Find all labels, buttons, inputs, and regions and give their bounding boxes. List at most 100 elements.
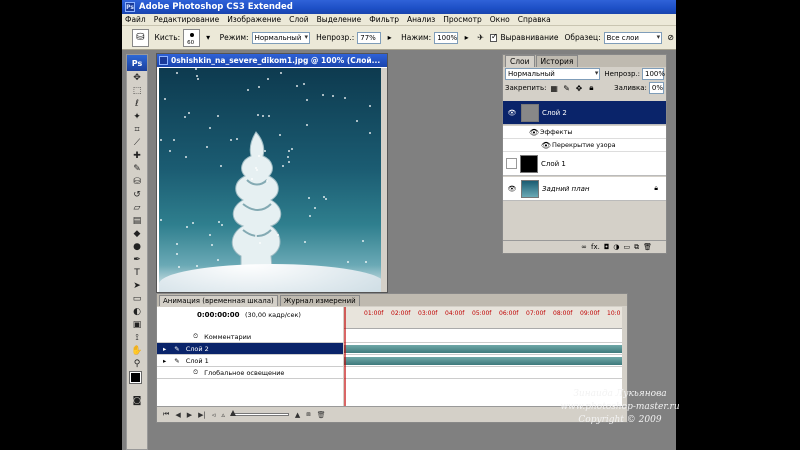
lock-pixels-icon[interactable]: ✎ (562, 82, 571, 94)
image-canvas[interactable] (159, 68, 385, 292)
marquee-tool-icon[interactable]: ⬚ (127, 84, 147, 97)
eye-icon[interactable]: 👁︎ (506, 107, 518, 119)
first-frame-icon[interactable]: ⏮ (163, 410, 169, 419)
quick-mask-icon[interactable]: ◙ (127, 394, 147, 407)
layer-row-background[interactable]: 👁︎ Задний план 🔒︎ (503, 177, 666, 201)
global-lighting-row[interactable]: ⏲ Глобальное освещение (157, 367, 343, 379)
layer2-duration-bar[interactable] (344, 345, 622, 353)
menu-view[interactable]: Просмотр (443, 15, 482, 24)
pen-tool-icon[interactable]: ✒ (127, 253, 147, 266)
next-frame-icon[interactable]: ▶| (198, 411, 206, 419)
align-checkbox[interactable] (490, 32, 498, 42)
zoom-tool-icon[interactable]: ⚲ (127, 357, 147, 370)
expand-arrow-icon[interactable]: ▸ (163, 357, 166, 365)
color-swatches[interactable] (127, 370, 147, 394)
tab-animation-timeline[interactable]: Анимация (временная шкала) (159, 295, 278, 306)
pattern-overlay-row[interactable]: 👁︎ Перекрытие узора (503, 139, 666, 152)
path-select-tool-icon[interactable]: ➤ (127, 279, 147, 292)
trash-icon[interactable]: 🗑︎ (317, 411, 326, 419)
brush-picker[interactable]: 60 (183, 28, 200, 47)
anim-row-layer1[interactable]: ▸ ✎ Слой 1 (157, 355, 343, 367)
sample-select[interactable]: Все слои (603, 31, 663, 44)
timeline-zoom-slider[interactable] (229, 410, 289, 416)
clone-stamp-tool-icon[interactable]: ⛁ (127, 175, 147, 188)
play-icon[interactable]: ▶ (187, 411, 192, 419)
move-tool-icon[interactable]: ✥ (127, 71, 147, 84)
stopwatch-icon[interactable]: ⏲ (193, 368, 198, 377)
comments-track[interactable] (344, 331, 622, 343)
healing-brush-icon[interactable]: ✚ (127, 149, 147, 162)
fill-input[interactable]: 0% (648, 82, 664, 94)
anim-row-layer2[interactable]: ▸ ✎ Слой 2 (157, 343, 343, 355)
playhead[interactable] (344, 307, 346, 407)
menu-select[interactable]: Выделение (317, 15, 362, 24)
global-lighting-track[interactable] (344, 367, 622, 379)
lock-all-icon[interactable]: 🔒︎ (587, 82, 596, 94)
blend-mode-select[interactable]: Нормальный (505, 68, 601, 80)
layer-row-layer1[interactable]: Слой 1 (503, 152, 666, 176)
3d-tool-icon[interactable]: ◐ (127, 305, 147, 318)
layer-row-layer2[interactable]: 👁︎ Слой 2 (503, 101, 666, 125)
trash-icon[interactable]: 🗑︎ (643, 243, 652, 251)
airbrush-icon[interactable]: ✈ (475, 32, 486, 44)
document-title-bar[interactable]: 0shishkin_na_severe_dikom1.jpg @ 100% (С… (157, 54, 387, 67)
menu-layer[interactable]: Слой (289, 15, 309, 24)
gradient-tool-icon[interactable]: ▤ (127, 214, 147, 227)
stopwatch-icon[interactable]: ⏲ (193, 332, 198, 341)
blur-tool-icon[interactable]: ◆ (127, 227, 147, 240)
flow-input[interactable]: 100% (434, 31, 459, 44)
fx-icon[interactable]: fx. (591, 243, 600, 251)
tool-preset-picker[interactable]: ⛁ (132, 28, 149, 47)
document-scrollbar[interactable] (381, 68, 387, 292)
link-icon[interactable]: ∞ (581, 243, 587, 251)
onion-skin-icon[interactable]: ⧈ (306, 410, 310, 419)
foreground-color[interactable] (129, 371, 142, 384)
eye-icon[interactable]: 👁︎ (506, 183, 518, 195)
menu-image[interactable]: Изображение (227, 15, 281, 24)
dodge-tool-icon[interactable]: ● (127, 240, 147, 253)
expand-arrow-icon[interactable]: ▸ (163, 345, 166, 353)
menu-filter[interactable]: Фильтр (369, 15, 399, 24)
layer1-duration-bar[interactable] (344, 357, 622, 365)
layer-effects-row[interactable]: 👁︎ Эффекты (503, 126, 666, 139)
eraser-tool-icon[interactable]: ▱ (127, 201, 147, 214)
comments-row[interactable]: ⏲ Комментарии (157, 331, 343, 343)
tab-layers[interactable]: Слои (505, 55, 535, 67)
opacity-input[interactable]: 77% (357, 31, 382, 44)
chevron-right-icon[interactable]: ▸ (461, 32, 472, 44)
chevron-right-icon[interactable]: ▸ (384, 32, 395, 44)
notes-tool-icon[interactable]: ▣ (127, 318, 147, 331)
zoom-in-icon[interactable]: ▲ (295, 411, 300, 419)
tab-history[interactable]: История (535, 55, 579, 67)
folder-icon[interactable]: ▭ (623, 243, 630, 251)
hand-tool-icon[interactable]: ✋ (127, 344, 147, 357)
magic-wand-tool-icon[interactable]: ✦ (127, 110, 147, 123)
history-brush-icon[interactable]: ↺ (127, 188, 147, 201)
chevron-down-icon[interactable]: ▾ (203, 32, 214, 44)
layer2-track[interactable] (344, 343, 622, 355)
crop-tool-icon[interactable]: ⌗ (127, 123, 147, 136)
prev-frame-icon[interactable]: ◀ (175, 411, 180, 419)
lock-transparency-icon[interactable]: ▦ (549, 82, 558, 94)
slice-tool-icon[interactable]: ⟋ (127, 136, 147, 149)
audio-icon[interactable]: ◃ (212, 411, 216, 419)
lock-position-icon[interactable]: ✥ (574, 82, 583, 94)
shape-tool-icon[interactable]: ▭ (127, 292, 147, 305)
type-tool-icon[interactable]: T (127, 266, 147, 279)
mode-select[interactable]: Нормальный (251, 31, 311, 44)
layer1-track[interactable] (344, 355, 622, 367)
menu-help[interactable]: Справка (518, 15, 551, 24)
brush-tool-icon[interactable]: ✎ (127, 162, 147, 175)
menu-edit[interactable]: Редактирование (154, 15, 219, 24)
new-layer-icon[interactable]: ⧉ (634, 243, 639, 252)
menu-window[interactable]: Окно (490, 15, 510, 24)
eye-icon[interactable]: 👁︎ (540, 139, 552, 151)
tab-measurement-log[interactable]: Журнал измерений (279, 295, 360, 306)
adjustment-icon[interactable]: ◑ (613, 243, 619, 251)
eyedropper-tool-icon[interactable]: ⟟ (127, 331, 147, 344)
menu-analysis[interactable]: Анализ (407, 15, 435, 24)
lasso-tool-icon[interactable]: ℓ (127, 97, 147, 110)
layer-opacity-input[interactable]: 100% (642, 68, 665, 80)
ignore-adjustment-icon[interactable]: ⊘ (665, 32, 676, 44)
menu-file[interactable]: Файл (125, 15, 146, 24)
